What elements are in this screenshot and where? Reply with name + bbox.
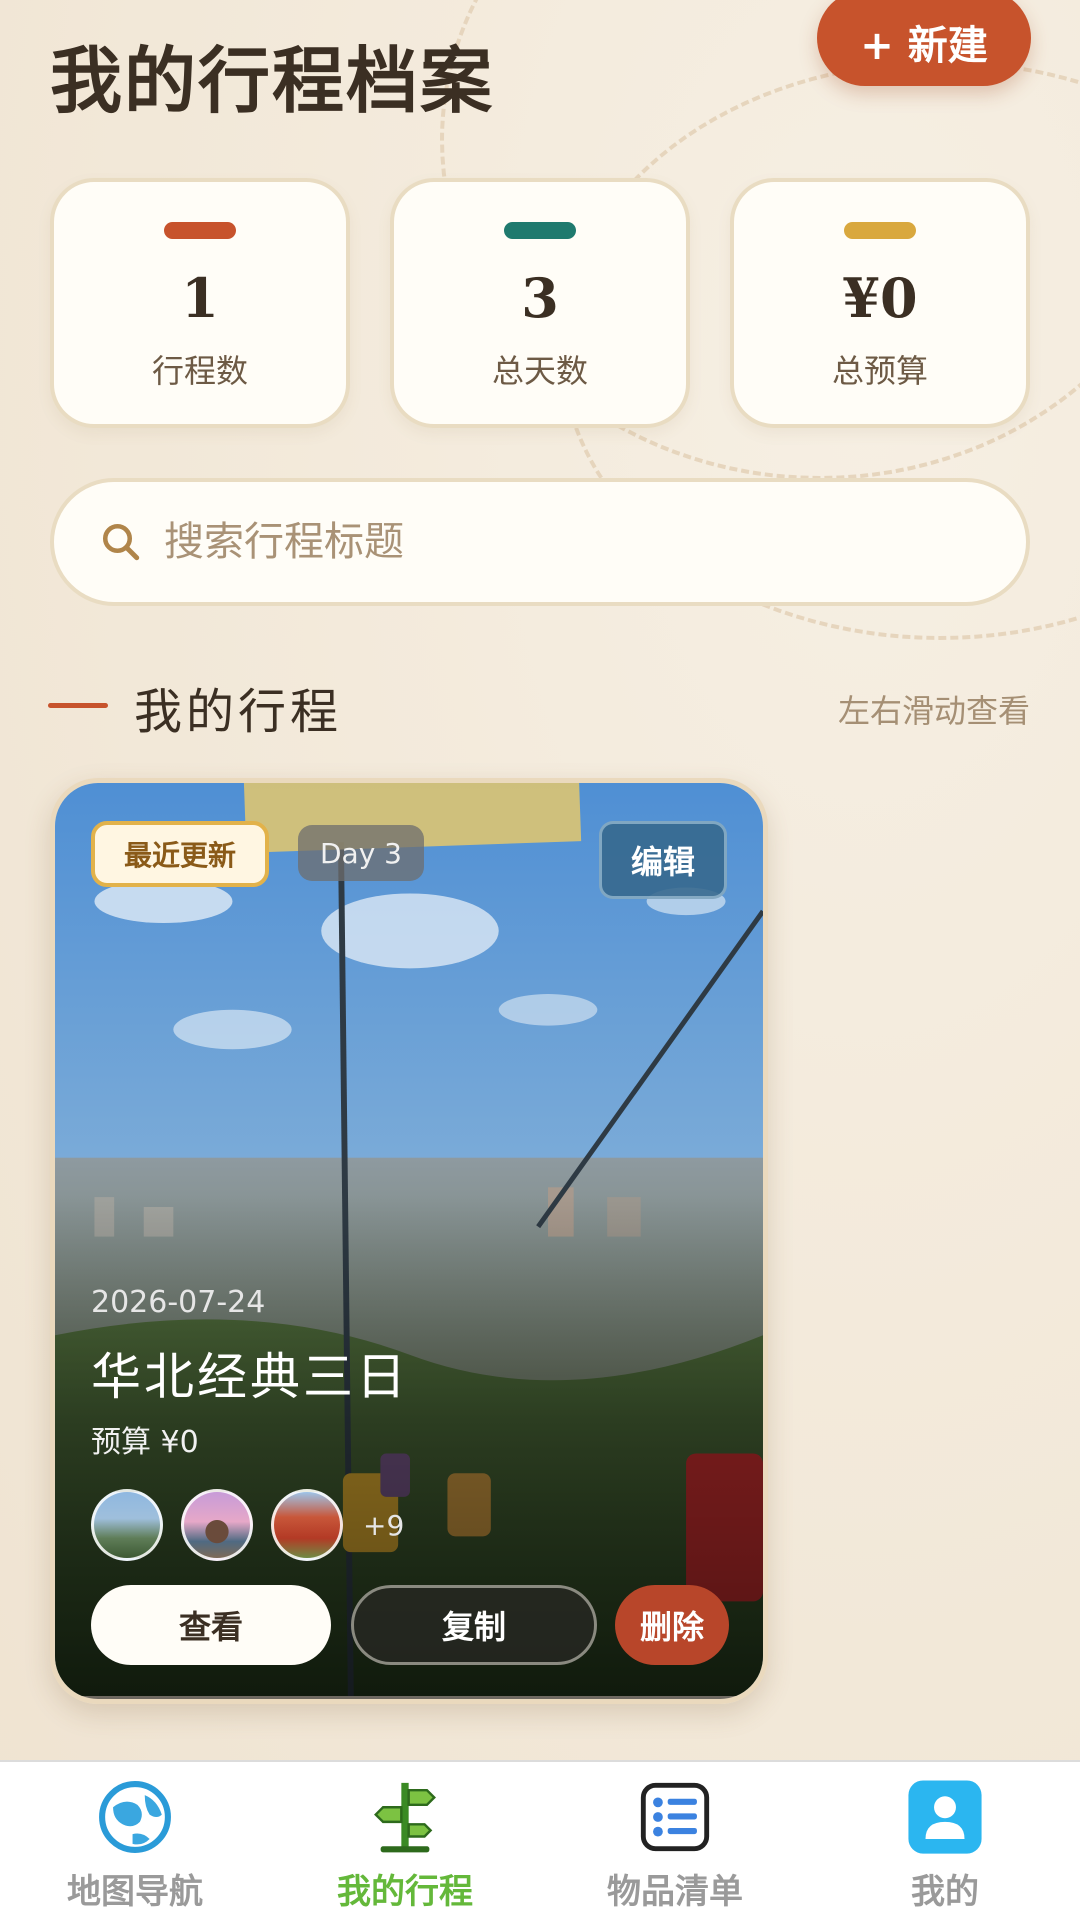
checklist-icon [640,1782,710,1852]
day-count-badge: Day 3 [298,825,424,881]
search-bar[interactable] [50,478,1030,606]
stat-card-total-budget: ¥0 总预算 [730,178,1030,428]
user-icon [908,1780,982,1854]
stat-value: ¥0 [842,266,918,330]
stat-card-trip-count: 1 行程数 [50,178,350,428]
spot-thumbnails: +9 [91,1489,404,1561]
trip-name: 华北经典三日 [91,1348,409,1406]
search-input[interactable] [164,519,984,565]
trip-card[interactable]: 最近更新 Day 3 编辑 2026-07-24 华北经典三日 预算 ¥0 +9… [50,778,768,1704]
stat-accent-bar [164,222,236,239]
new-trip-button[interactable]: + 新建 [817,0,1031,86]
signpost-icon [374,1782,436,1853]
globe-icon [99,1781,171,1853]
stat-accent-bar [844,222,916,239]
swipe-hint: 左右滑动查看 [837,692,1030,730]
trip-date: 2026-07-24 [91,1285,266,1320]
section-title: 我的行程 [134,684,343,740]
stat-label: 行程数 [151,352,248,390]
nav-item-trips[interactable]: 我的行程 [270,1762,540,1920]
page: 我的行程档案 + 新建 1 行程数 3 总天数 ¥0 总预算 我的行程 左右滑动… [0,0,1080,1920]
copy-button[interactable]: 复制 [351,1585,597,1665]
nav-item-profile[interactable]: 我的 [810,1762,1080,1920]
edit-button[interactable]: 编辑 [599,821,727,899]
section-accent-line [48,703,108,708]
nav-label: 我的 [911,1872,979,1912]
stat-accent-bar [504,222,576,239]
nav-label: 地图导航 [67,1872,203,1912]
nav-label: 物品清单 [607,1872,743,1912]
more-spots-count: +9 [363,1508,405,1542]
card-overlay-gradient [55,783,763,1699]
spot-thumbnail[interactable] [271,1489,343,1561]
spot-thumbnail[interactable] [181,1489,253,1561]
nav-label: 我的行程 [337,1872,473,1912]
trip-budget: 预算 ¥0 [91,1425,199,1460]
page-title: 我的行程档案 [50,38,495,123]
stat-label: 总预算 [831,352,928,390]
view-button[interactable]: 查看 [91,1585,331,1665]
spot-thumbnail[interactable] [91,1489,163,1561]
stat-value: 3 [521,266,559,330]
nav-item-checklist[interactable]: 物品清单 [540,1762,810,1920]
stat-value: 1 [181,266,219,330]
nav-item-map[interactable]: 地图导航 [0,1762,270,1920]
delete-button[interactable]: 删除 [615,1585,729,1665]
recent-update-badge: 最近更新 [91,821,269,887]
stat-card-total-days: 3 总天数 [390,178,690,428]
search-icon [102,523,140,561]
stat-label: 总天数 [491,352,588,390]
bottom-navigation: 地图导航 我的行程 物品清单 我的 [0,1760,1080,1920]
